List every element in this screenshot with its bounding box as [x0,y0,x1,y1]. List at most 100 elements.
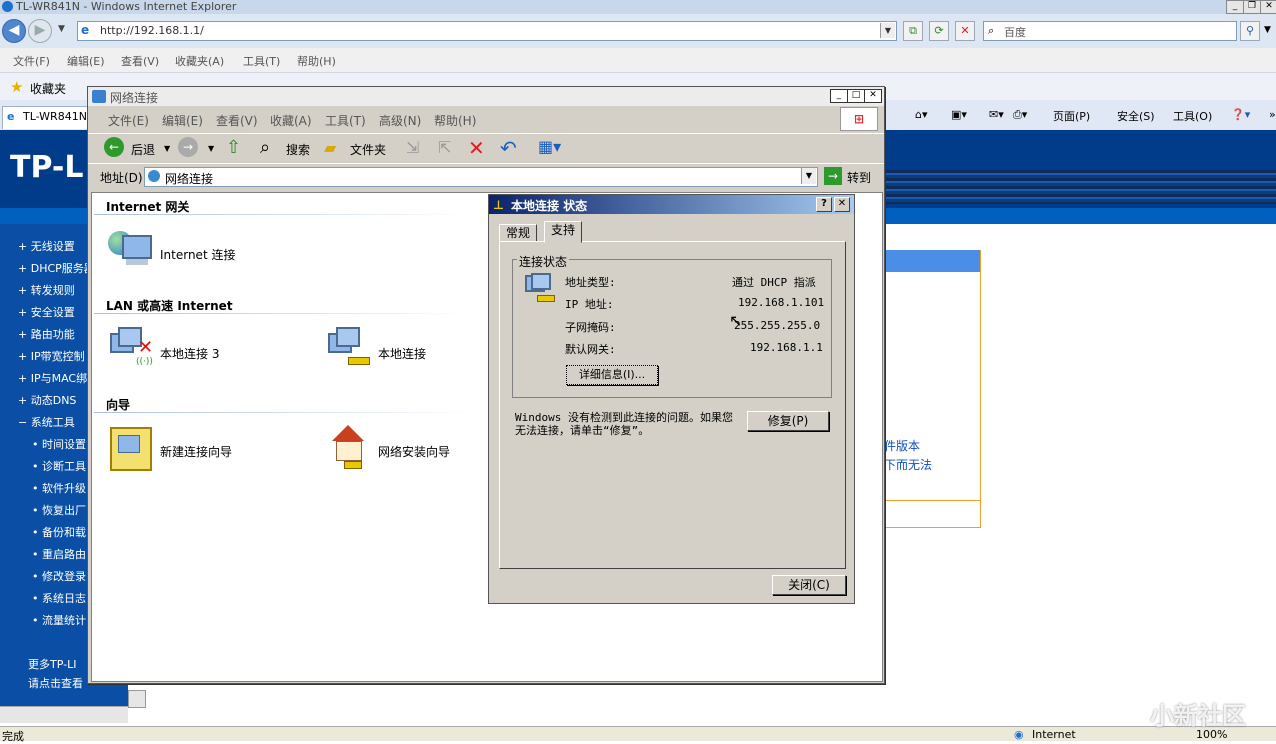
menu-file[interactable]: 文件(F) [13,53,50,69]
nc-up-folder-icon[interactable]: ⇧ [226,137,241,158]
forward-button[interactable]: ▶ [28,19,52,43]
home-icon[interactable]: ⌂▾ [915,108,928,121]
sidebar-item-system-tools[interactable]: − 系统工具 [18,414,75,430]
sidebar-item-routing[interactable]: + 路由功能 [18,326,75,342]
nc-move-icon[interactable]: ⇲ [406,138,419,157]
sidebar-more-link[interactable]: 更多TP-LI [28,656,76,672]
ip-address-label: IP 地址: [565,298,614,311]
tab-support[interactable]: 支持 [544,221,583,243]
sidebar-more-hint[interactable]: 请点击查看 [28,675,83,691]
sidebar-item-wireless[interactable]: + 无线设置 [18,238,75,254]
menu-tools[interactable]: 工具(T) [243,53,280,69]
sidebar-item-ipmac[interactable]: + IP与MAC绑 [18,370,87,386]
sidebar-item-security[interactable]: + 安全设置 [18,304,75,320]
nc-delete-icon[interactable]: ✕ [468,136,485,160]
nc-minimize-button[interactable]: _ [830,89,848,103]
sidebar-subitem-time[interactable]: • 时间设置 [32,436,86,452]
feeds-icon[interactable]: ▣▾ [951,108,967,121]
tab-tl-wr841n[interactable]: e TL-WR841N [2,106,88,129]
nc-back-button[interactable]: 后退 [131,141,155,158]
repair-button[interactable]: 修复(P) [747,411,829,431]
nc-views-icon[interactable]: ▦▾ [538,137,561,156]
page-menu[interactable]: 页面(P) [1053,108,1090,124]
menu-view[interactable]: 查看(V) [121,53,159,69]
internet-connection-label[interactable]: Internet 连接 [160,246,235,263]
details-button[interactable]: 详细信息(I)... [566,365,658,385]
nc-undo-icon[interactable]: ↶ [500,136,517,160]
nc-menu-edit[interactable]: 编辑(E) [162,112,203,129]
network-setup-wizard-label[interactable]: 网络安装向导 [378,443,450,460]
search-input[interactable]: ⌕ 百度 [983,21,1237,41]
tab-general[interactable]: 常规 [499,224,538,241]
sidebar-item-bandwidth[interactable]: + IP带宽控制 [18,348,85,364]
search-go-icon[interactable]: ⚲ [1240,21,1260,41]
back-button[interactable]: ◀ [2,19,26,43]
nc-copy-icon[interactable]: ⇱ [438,138,451,157]
nc-forward-icon[interactable]: → [178,137,198,157]
new-connection-wizard-icon[interactable] [108,425,152,471]
local-connection-icon[interactable] [326,327,370,371]
mail-icon[interactable]: ✉▾ [989,108,1004,121]
sidebar-subitem-traffic[interactable]: • 流量统计 [32,612,86,628]
nc-maximize-button[interactable]: □ [847,89,865,103]
nc-go-button[interactable]: 转到 [847,169,871,186]
nc-menu-file[interactable]: 文件(E) [108,112,149,129]
sidebar-item-ddns[interactable]: + 动态DNS [18,392,76,408]
print-icon[interactable]: ⎙▾ [1013,108,1027,122]
status-close-x-button[interactable]: ✕ [834,197,850,212]
nc-folders-button[interactable]: 文件夹 [350,141,386,158]
help-icon[interactable]: ❓▾ [1231,108,1250,121]
sidebar-subitem-password[interactable]: • 修改登录 [32,568,86,584]
tools-menu[interactable]: 工具(O) [1173,108,1212,124]
restore-button[interactable]: ❐ [1243,0,1261,14]
address-dropdown-icon[interactable]: ▼ [880,23,895,38]
favorites-button[interactable]: 收藏夹 [30,80,66,97]
nc-menu-favorites[interactable]: 收藏(A) [270,112,312,129]
sidebar-item-forwarding[interactable]: + 转发规则 [18,282,75,298]
nc-forward-dropdown-icon[interactable]: ▼ [208,144,214,153]
history-dropdown-icon[interactable]: ▼ [58,24,65,34]
sidebar-item-dhcp[interactable]: + DHCP服务器 [18,260,95,276]
menu-help[interactable]: 帮助(H) [297,53,336,69]
nc-folders-icon[interactable]: ▰ [324,138,336,157]
local-connection-3-label[interactable]: 本地连接 3 [160,345,219,362]
sidebar-subitem-backup[interactable]: • 备份和载 [32,524,86,540]
refresh-icon[interactable]: ⟳ [929,21,949,41]
horizontal-scrollbar[interactable] [0,706,128,723]
nc-menu-help[interactable]: 帮助(H) [434,112,476,129]
minimize-button[interactable]: _ [1226,0,1244,14]
menu-edit[interactable]: 编辑(E) [67,53,105,69]
sidebar-subitem-reboot[interactable]: • 重启路由 [32,546,86,562]
nc-go-icon[interactable]: → [824,167,842,185]
nc-menu-tools[interactable]: 工具(T) [325,112,366,129]
address-input[interactable]: e http://192.168.1.1/ ▼ [77,21,897,41]
status-help-button[interactable]: ? [816,197,832,212]
nc-back-icon[interactable]: ← [104,137,124,157]
safety-menu[interactable]: 安全(S) [1117,108,1155,124]
sidebar-subitem-upgrade[interactable]: • 软件升级 [32,480,86,496]
nc-search-button[interactable]: 搜索 [286,141,310,158]
compat-view-icon[interactable]: ⧉ [903,21,923,41]
close-button[interactable]: ✕ [1260,0,1276,14]
nc-address-input[interactable]: 网络连接 ▼ [144,167,818,187]
network-setup-wizard-icon[interactable] [326,425,370,469]
nc-close-button[interactable]: ✕ [864,89,882,103]
nc-menu-view[interactable]: 查看(V) [216,112,258,129]
sidebar-subitem-log[interactable]: • 系统日志 [32,590,86,606]
chevron-more-icon[interactable]: » [1269,108,1276,121]
nc-menu-advanced[interactable]: 高级(N) [379,112,421,129]
local-connection-label[interactable]: 本地连接 [378,345,426,362]
stop-icon[interactable]: ✕ [955,21,975,41]
local-connection-3-icon[interactable]: ✕ ((·)) [108,327,153,371]
sidebar-subitem-diagnostics[interactable]: • 诊断工具 [32,458,86,474]
search-options-icon[interactable]: ▼ [1264,25,1271,35]
internet-connection-icon[interactable] [108,229,152,273]
new-connection-wizard-label[interactable]: 新建连接向导 [160,443,232,460]
sidebar-subitem-factory[interactable]: • 恢复出厂 [32,502,86,518]
vertical-scrollbar[interactable] [128,690,146,708]
nc-address-dropdown-icon[interactable]: ▼ [801,168,816,184]
menu-favorites[interactable]: 收藏夹(A) [175,53,224,69]
close-button[interactable]: 关闭(C) [772,575,846,595]
nc-search-icon[interactable]: ⌕ [260,137,270,158]
nc-back-dropdown-icon[interactable]: ▼ [164,144,170,153]
